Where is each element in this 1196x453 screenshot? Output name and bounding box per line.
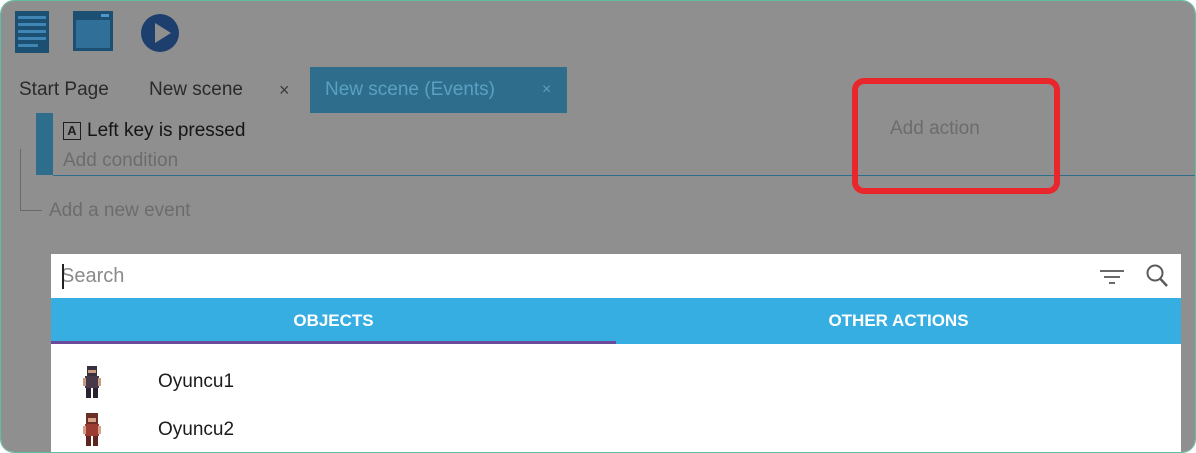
search-bar — [51, 254, 1181, 298]
close-icon[interactable]: × — [279, 67, 290, 113]
app-frame: Start Page New scene × New scene (Events… — [0, 0, 1196, 453]
event-tree-line — [20, 149, 21, 211]
scene-window-icon[interactable] — [73, 11, 113, 51]
events-sheet-icon[interactable] — [15, 11, 49, 53]
event-tree-line — [20, 210, 42, 211]
add-condition-link[interactable]: Add condition — [63, 150, 178, 172]
search-input[interactable] — [61, 260, 1061, 292]
tab-start-page[interactable]: Start Page — [19, 67, 109, 113]
tab-new-scene-events[interactable]: New scene (Events) × — [310, 67, 567, 113]
list-item[interactable]: Oyuncu1 — [51, 358, 1181, 406]
dialog-tabbar: OBJECTS OTHER ACTIONS — [51, 298, 1181, 344]
instruction-picker-dialog: OBJECTS OTHER ACTIONS Oyuncu1 — [51, 254, 1181, 452]
tab-label: New scene (Events) — [325, 79, 496, 100]
highlight-box — [852, 78, 1060, 194]
player2-sprite-icon — [81, 412, 103, 448]
keyboard-key-icon: A — [63, 122, 81, 140]
object-name: Oyuncu2 — [158, 419, 235, 440]
filter-icon[interactable] — [1099, 264, 1125, 288]
tab-objects[interactable]: OBJECTS — [51, 298, 616, 344]
play-icon[interactable] — [140, 13, 180, 53]
active-tab-indicator — [51, 341, 616, 344]
search-icon[interactable] — [1145, 263, 1169, 289]
add-new-event-link[interactable]: Add a new event — [49, 200, 191, 222]
event-handle[interactable] — [36, 113, 53, 175]
close-icon[interactable]: × — [542, 67, 551, 113]
text-caret — [62, 264, 64, 289]
condition-text[interactable]: Left key is pressed — [87, 120, 245, 142]
object-name: Oyuncu1 — [158, 371, 235, 392]
tab-other-actions[interactable]: OTHER ACTIONS — [616, 298, 1181, 344]
list-item[interactable]: Oyuncu2 — [51, 406, 1181, 452]
condition-row[interactable]: A Left key is pressed — [63, 119, 245, 143]
player1-sprite-icon — [81, 364, 103, 400]
tab-new-scene[interactable]: New scene — [149, 67, 243, 113]
